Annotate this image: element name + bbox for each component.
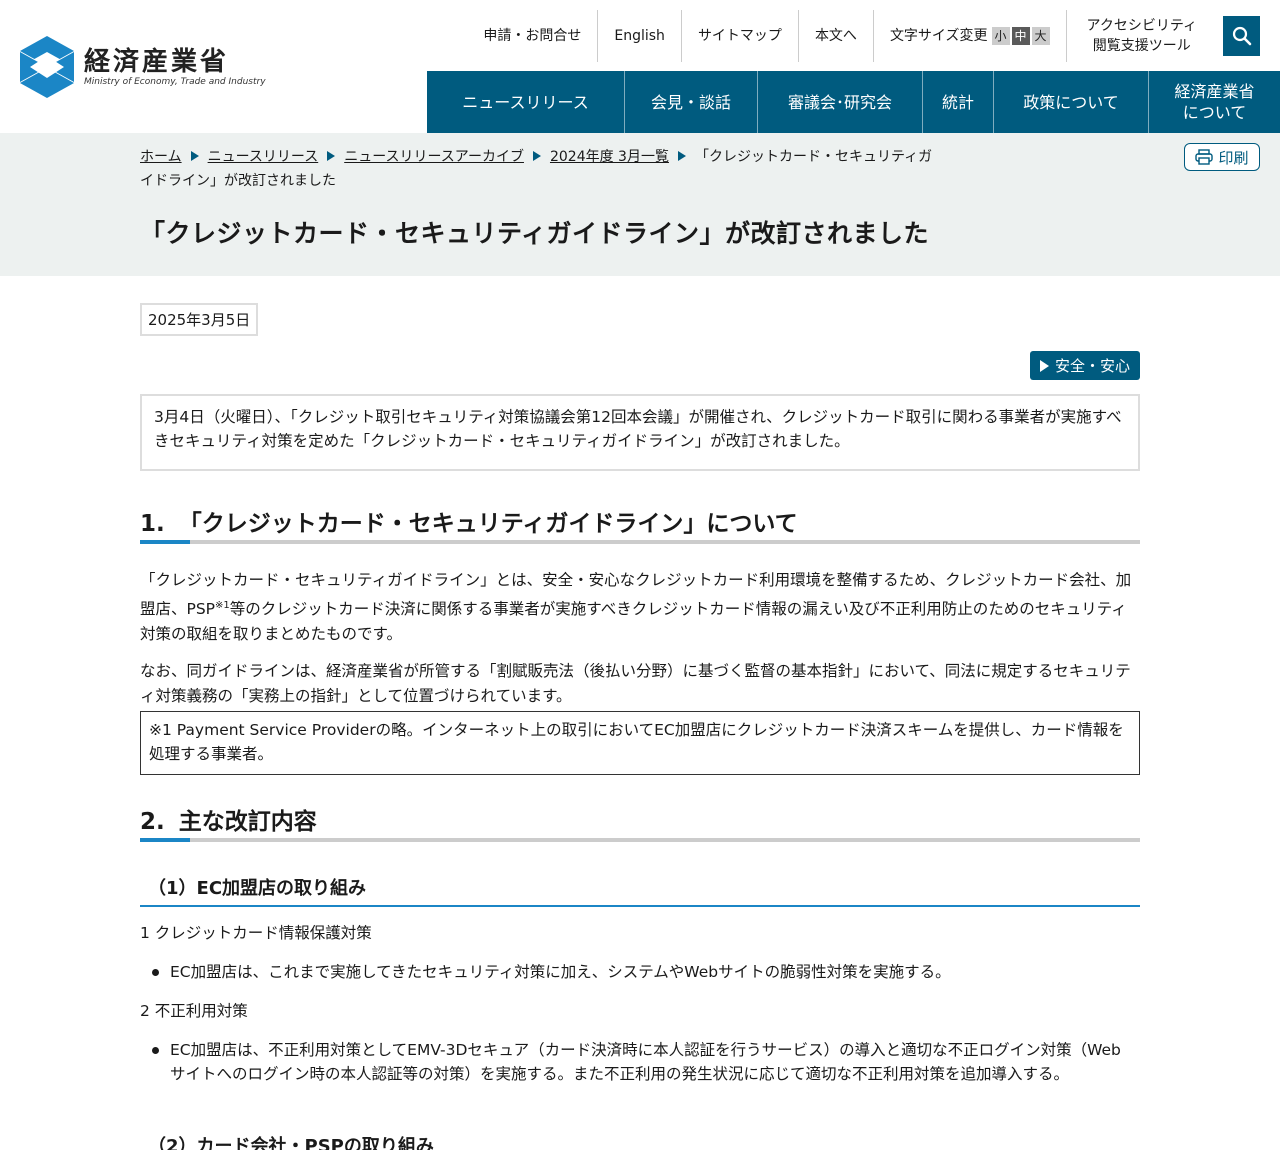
accessibility-label-1: アクセシビリティ bbox=[1086, 18, 1197, 34]
site-name-jp: 経済産業省 bbox=[84, 46, 230, 77]
breadcrumb-archive[interactable]: ニュースリリースアーカイブ bbox=[344, 149, 524, 165]
breadcrumb-home[interactable]: ホーム bbox=[140, 149, 182, 165]
title-area: ホーム ニュースリリース ニュースリリースアーカイブ 2024年度 3月一覧「クレジッ… bbox=[0, 133, 1280, 276]
item-1-heading: 1 クレジットカード情報保護対策 bbox=[140, 924, 372, 942]
search-button[interactable] bbox=[1223, 16, 1260, 56]
play-arrow-icon bbox=[1039, 359, 1049, 372]
gnav-about-line1: 経済産業省 bbox=[1174, 82, 1255, 101]
gnav-councils[interactable]: 審議会･研究会 bbox=[757, 71, 922, 133]
category-tag-label: 安全・安心 bbox=[1054, 357, 1130, 375]
breadcrumb-news[interactable]: ニュースリリース bbox=[208, 149, 319, 165]
footnote-box: ※1 Payment Service Providerの略。インターネット上の取… bbox=[140, 711, 1140, 775]
contact-link[interactable]: 申請・お問合せ bbox=[467, 10, 597, 62]
font-size-small-button[interactable]: 小 bbox=[991, 27, 1010, 45]
subsection-ec-merchants-heading: （1）EC加盟店の取り組み bbox=[140, 870, 1140, 907]
item-1-bullet: EC加盟店は、これまで実施してきたセキュリティ対策に加え、システムやWebサイト… bbox=[152, 960, 1130, 984]
publish-date: 2025年3月5日 bbox=[140, 303, 259, 336]
breadcrumb-arrow-icon bbox=[327, 151, 336, 161]
print-label: 印刷 bbox=[1218, 148, 1249, 167]
gnav-about-meti[interactable]: 経済産業省 について bbox=[1148, 71, 1280, 133]
subsection-card-companies-heading: （2）カード会社・PSPの取り組み bbox=[140, 1128, 1140, 1150]
english-link[interactable]: English bbox=[597, 10, 681, 62]
section-2-title: 主な改訂内容 bbox=[178, 809, 317, 835]
sitemap-link[interactable]: サイトマップ bbox=[680, 10, 798, 62]
section-1-paragraph-2: なお、同ガイドラインは、経済産業省が所管する「割賦販売法（後払い分野）に基づく監… bbox=[140, 662, 1131, 705]
gnav-about-line2: について bbox=[1182, 103, 1247, 122]
section-1-heading: 1. 「クレジットカード・セキュリティガイドライン」について bbox=[140, 500, 1140, 544]
skip-to-content-link[interactable]: 本文へ bbox=[797, 10, 873, 62]
gnav-press-conference[interactable]: 会見・談話 bbox=[624, 71, 757, 133]
font-size-large-button[interactable]: 大 bbox=[1031, 27, 1050, 45]
breadcrumb-arrow-icon bbox=[190, 151, 199, 161]
breadcrumb-arrow-icon bbox=[532, 151, 541, 161]
page-title: 「クレジットカード・セキュリティガイドライン」が改訂されました bbox=[140, 219, 930, 248]
section-1-title: 「クレジットカード・セキュリティガイドライン」について bbox=[178, 511, 798, 537]
footnote-ref-1[interactable]: ※1 bbox=[215, 600, 230, 611]
item-2-bullet: EC加盟店は、不正利用対策としてEMV-3Dセキュア（カード決済時に本人認証を行… bbox=[152, 1038, 1130, 1086]
gnav-news-release[interactable]: ニュースリリース bbox=[427, 71, 624, 133]
category-tag[interactable]: 安全・安心 bbox=[1029, 351, 1140, 380]
section-2-heading: 2. 主な改訂内容 bbox=[140, 798, 1140, 842]
printer-icon bbox=[1195, 149, 1214, 165]
section-1-paragraph-1: 「クレジットカード・セキュリティガイドライン」とは、安全・安心なクレジットカード… bbox=[140, 568, 1140, 647]
meti-logo-icon bbox=[20, 36, 74, 98]
search-icon bbox=[1232, 26, 1251, 46]
gnav-policy[interactable]: 政策について bbox=[993, 71, 1148, 133]
global-nav: ニュースリリース 会見・談話 審議会･研究会 統計 政策について 経済産業省 に… bbox=[427, 71, 1280, 133]
print-button[interactable]: 印刷 bbox=[1184, 143, 1260, 171]
gnav-statistics[interactable]: 統計 bbox=[922, 71, 993, 133]
lead-summary: 3月4日（火曜日）、「クレジット取引セキュリティ対策協議会第12回本会議」が開催… bbox=[140, 394, 1140, 471]
site-name-en: Ministry of Economy, Trade and Industry bbox=[84, 76, 266, 87]
breadcrumb-month[interactable]: 2024年度 3月一覧 bbox=[550, 149, 669, 165]
breadcrumb-arrow-icon bbox=[677, 151, 686, 161]
site-logo[interactable]: 経済産業省 Ministry of Economy, Trade and Ind… bbox=[20, 36, 266, 98]
utility-nav: 申請・お問合せ English サイトマップ 本文へ 文字サイズ変更 小 中 大… bbox=[467, 10, 1260, 62]
para1-text-b: 等のクレジットカード決済に関係する事業者が実施すべきクレジットカード情報の漏えい… bbox=[140, 600, 1127, 644]
accessibility-tool-link[interactable]: アクセシビリティ 閲覧支援ツール bbox=[1065, 10, 1217, 62]
font-size-label: 文字サイズ変更 bbox=[889, 28, 988, 44]
font-size-control: 文字サイズ変更 小 中 大 bbox=[872, 10, 1066, 62]
font-size-medium-button[interactable]: 中 bbox=[1011, 27, 1030, 45]
site-header: 経済産業省 Ministry of Economy, Trade and Ind… bbox=[0, 0, 1280, 133]
section-2-number: 2. bbox=[140, 809, 165, 835]
item-2-heading: 2 不正利用対策 bbox=[140, 1002, 248, 1020]
breadcrumb: ホーム ニュースリリース ニュースリリースアーカイブ 2024年度 3月一覧 「クレジッ… bbox=[140, 145, 940, 193]
section-1-number: 1. bbox=[140, 511, 165, 537]
accessibility-label-2: 閲覧支援ツール bbox=[1092, 38, 1191, 54]
